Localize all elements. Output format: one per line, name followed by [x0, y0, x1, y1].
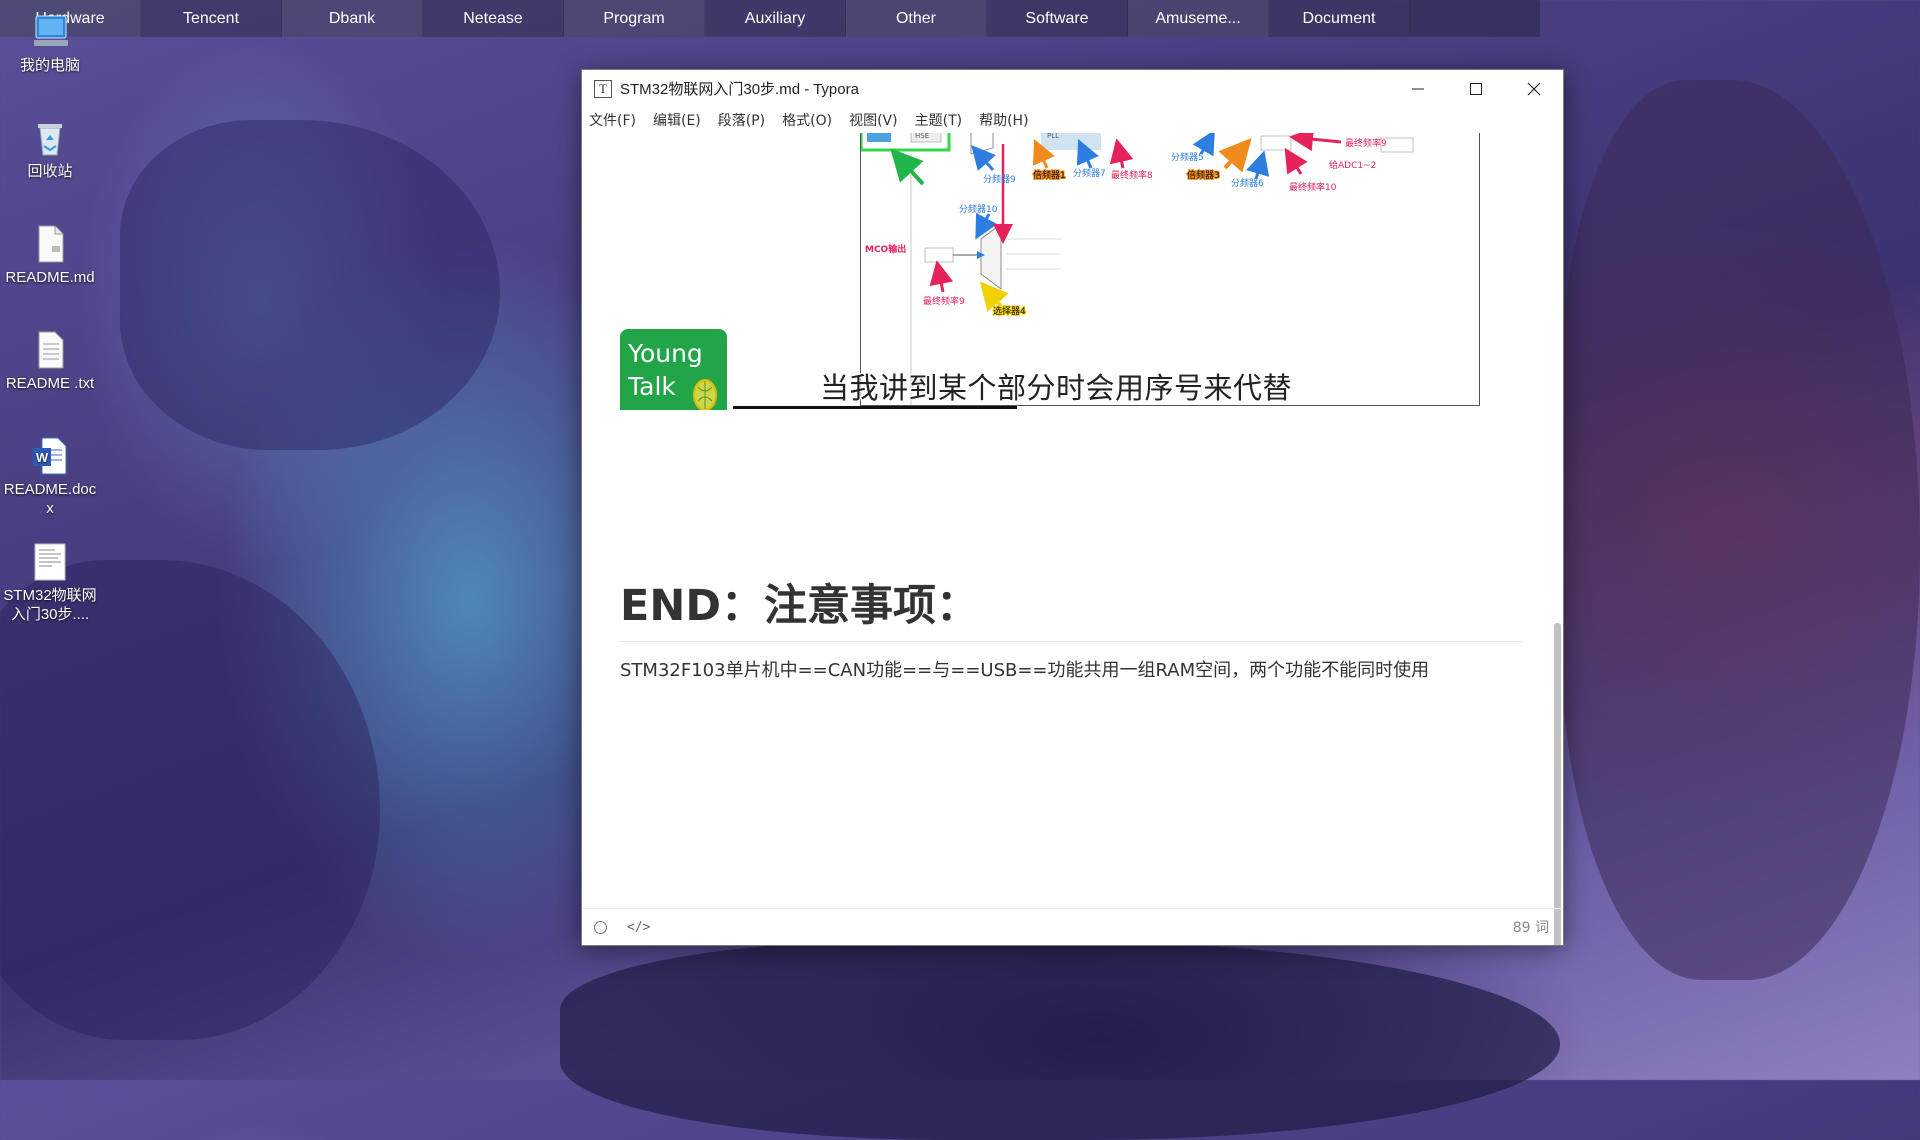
window-titlebar[interactable]: T STM32物联网入门30步.md - Typora [582, 70, 1563, 107]
sidebar-toggle-circle-icon[interactable] [594, 920, 607, 934]
recycle-bin-icon [30, 118, 70, 158]
diagram-label-final8: 最终频率8 [1111, 169, 1153, 181]
editor-content[interactable]: HSE PLL 分频器9 分频器10 MCO输出 最终频率9 选择器4 倍频器1… [582, 133, 1563, 945]
menu-help[interactable]: 帮助(H) [979, 110, 1028, 130]
markdown-file-icon [30, 224, 70, 264]
desktop-icon-stm32-doc[interactable]: STM32物联网入门30步.... [0, 542, 100, 624]
youngtalk-logo: Young Talk [620, 329, 727, 410]
desktop-icon-label: 回收站 [27, 163, 73, 180]
wallpaper-rock [120, 120, 500, 450]
maximize-icon [1470, 82, 1482, 95]
menu-theme[interactable]: 主题(T) [915, 110, 962, 130]
desktop-icon-computer[interactable]: 我的电脑 [0, 12, 100, 75]
desktop-icon-label: README.md [5, 269, 95, 286]
diagram-label-divider9: 分频器9 [983, 173, 1016, 185]
menu-edit[interactable]: 编辑(E) [653, 110, 701, 130]
minimize-button[interactable] [1389, 70, 1447, 107]
window-controls [1389, 70, 1563, 107]
close-icon [1527, 82, 1541, 95]
svg-text:W: W [36, 450, 49, 465]
desktop-icon-label: STM32物联网入门30步.... [3, 587, 97, 623]
diagram-label-divider10: 分频器10 [959, 203, 998, 215]
body-paragraph[interactable]: STM32F103单片机中==CAN功能==与==USB==功能共用一组RAM空… [620, 656, 1429, 682]
text-file-icon [30, 330, 70, 370]
diagram-label-final9b: 最终频率9 [1345, 137, 1387, 149]
word-file-icon: W [30, 436, 70, 476]
launcher-item-program[interactable]: Program [564, 0, 705, 37]
typora-app-icon: T [594, 79, 612, 98]
embedded-video-frame[interactable]: HSE PLL 分频器9 分频器10 MCO输出 最终频率9 选择器4 倍频器1… [620, 133, 1520, 410]
menu-format[interactable]: 格式(O) [782, 110, 832, 130]
wallpaper-rock [560, 940, 1560, 1140]
word-count[interactable]: 89 词 [1513, 917, 1549, 937]
computer-icon [30, 12, 70, 52]
minimize-icon [1412, 88, 1424, 89]
launcher-item-document[interactable]: Document [1269, 0, 1410, 37]
desktop-icon-label: README .txt [5, 375, 95, 392]
diagram-label-divider6: 分频器6 [1231, 177, 1264, 189]
window-title: STM32物联网入门30步.md - Typora [620, 81, 859, 98]
maximize-button[interactable] [1447, 70, 1505, 107]
diagram-label-sel4: 选择器4 [993, 305, 1026, 317]
diagram-label-pll: PLL [1047, 133, 1059, 140]
section-heading[interactable]: END：注意事项： [620, 571, 1523, 642]
document-thumbnail-icon [30, 542, 70, 582]
logo-text-young: Young [628, 339, 703, 368]
diagram-label-mult3: 倍频器3 [1187, 169, 1220, 181]
menu-bar: 文件(F) 编辑(E) 段落(P) 格式(O) 视图(V) 主题(T) 帮助(H… [582, 107, 1563, 133]
desktop-icon-readme-txt[interactable]: README .txt [0, 330, 100, 393]
video-subtitle: 当我讲到某个部分时会用序号来代替 [820, 371, 1293, 405]
wallpaper-rock [1560, 80, 1920, 980]
source-code-toggle[interactable]: </> [627, 920, 650, 935]
launcher-item-amusement[interactable]: Amuseme... [1128, 0, 1269, 37]
launcher-item-tencent[interactable]: Tencent [141, 0, 282, 37]
desktop-icon-label: README.docx [3, 481, 97, 517]
cocoa-bean-icon [693, 379, 717, 410]
diagram-label-divider5: 分频器5 [1171, 151, 1204, 163]
diagram-label-mco: MCO输出 [865, 243, 906, 255]
top-launcher-bar: Hardware Tencent Dbank Netease Program A… [0, 0, 1540, 37]
status-bar: </> 89 词 [582, 908, 1563, 945]
close-button[interactable] [1505, 70, 1563, 107]
launcher-item-netease[interactable]: Netease [423, 0, 564, 37]
launcher-item-dbank[interactable]: Dbank [282, 0, 423, 37]
diagram-label-divider7: 分频器7 [1073, 167, 1106, 179]
wallpaper-rock [0, 560, 380, 1040]
diagram-label-hse: HSE [915, 133, 929, 140]
diagram-label-final9: 最终频率9 [923, 295, 965, 307]
desktop-icon-label: 我的电脑 [19, 57, 80, 74]
launcher-item-software[interactable]: Software [987, 0, 1128, 37]
desktop-icon-readme-md[interactable]: README.md [0, 224, 100, 287]
diagram-label-final10: 最终频率10 [1289, 181, 1337, 193]
scrollbar-thumb[interactable] [1554, 623, 1561, 945]
diagram-label-mult1: 倍频器1 [1033, 169, 1066, 181]
desktop-icon-readme-docx[interactable]: W README.docx [0, 436, 100, 518]
launcher-item-other[interactable]: Other [846, 0, 987, 37]
vertical-scrollbar[interactable] [1553, 133, 1563, 945]
diagram-label-adc: 给ADC1~2 [1329, 159, 1376, 171]
desktop-icon-recycle-bin[interactable]: 回收站 [0, 118, 100, 181]
launcher-item-auxiliary[interactable]: Auxiliary [705, 0, 846, 37]
typora-window: T STM32物联网入门30步.md - Typora 文件(F) 编辑(E) … [581, 69, 1564, 946]
menu-file[interactable]: 文件(F) [589, 110, 636, 130]
menu-view[interactable]: 视图(V) [849, 110, 898, 130]
menu-paragraph[interactable]: 段落(P) [718, 110, 765, 130]
